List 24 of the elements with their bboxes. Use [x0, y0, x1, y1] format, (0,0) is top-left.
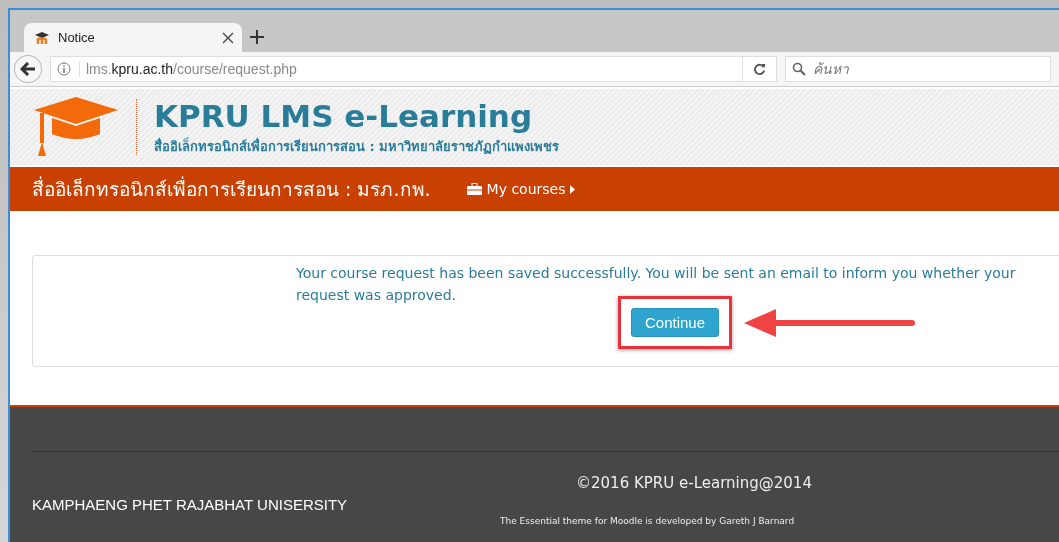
- notice-message: Your course request has been saved successfully. You will be sent an email to inform you whether your request was approved.: [296, 264, 1017, 305]
- back-button[interactable]: [14, 55, 42, 83]
- copyright-text: ©2016 KPRU e-Learning@2014: [575, 474, 813, 492]
- my-courses-menu[interactable]: My courses: [466, 181, 576, 197]
- new-tab-icon[interactable]: [250, 30, 264, 44]
- search-field[interactable]: ค้นหา: [785, 56, 1051, 82]
- navbar-brand[interactable]: สื่ออิเล็กทรอนิกส์เพื่อการเรียนการสอน : มรภ.กพ.: [32, 174, 431, 204]
- close-icon[interactable]: [222, 31, 234, 44]
- pointing-arrow-icon: [744, 306, 917, 339]
- url-text: lms.kpru.ac.th/course/request.php: [78, 61, 734, 77]
- briefcase-icon: [466, 183, 482, 195]
- tab-title: Notice: [58, 30, 96, 45]
- search-icon: [792, 62, 806, 76]
- site-title: KPRU LMS e-Learning: [154, 97, 534, 134]
- site-subtitle: สื่ออิเล็กทรอนิกส์เพื่อการเรียนการสอน : มหาวิทยาลัยราชภัฏกำแพงเพชร: [154, 136, 560, 156]
- back-arrow-icon: [19, 62, 36, 76]
- browser-tab[interactable]: Notice: [24, 23, 242, 52]
- reload-icon: [753, 62, 766, 76]
- caret-icon: [570, 184, 576, 194]
- continue-button[interactable]: Continue: [631, 308, 720, 337]
- theme-credit: The Essential theme for Moodle is developed by Gareth J Barnard: [500, 516, 796, 526]
- address-bar[interactable]: lms.kpru.ac.th/course/request.php: [49, 56, 777, 82]
- info-icon: [56, 62, 71, 76]
- university-name: KAMPHAENG PHET RAJABHAT UNISERSITY: [32, 496, 348, 515]
